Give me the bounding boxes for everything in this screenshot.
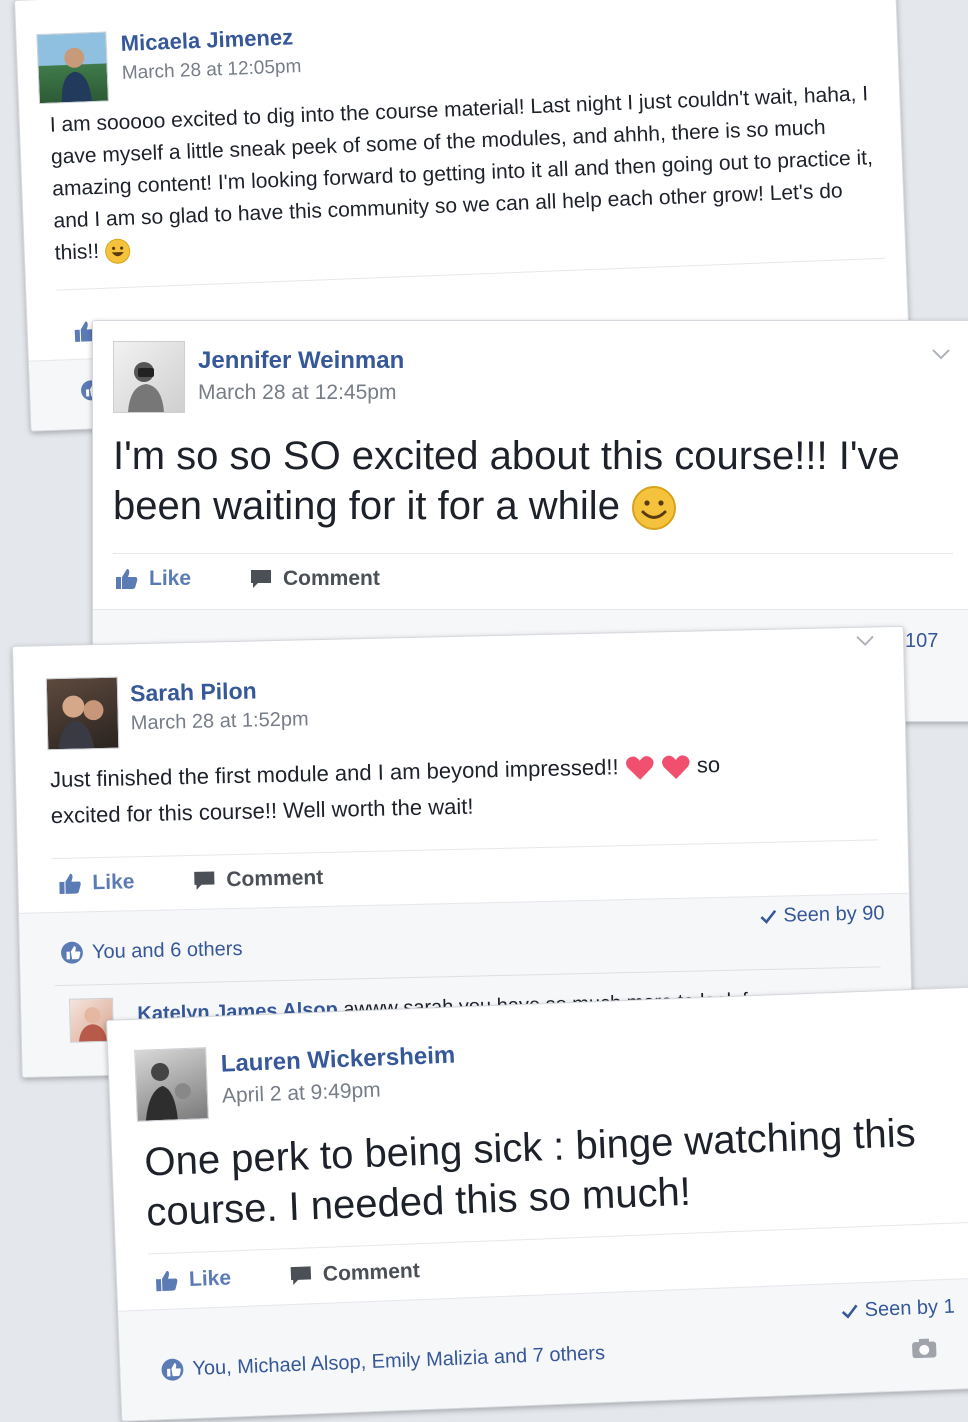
post-card-lauren: Lauren Wickersheim April 2 at 9:49pm One… (106, 986, 968, 1422)
heart-icon (661, 755, 690, 780)
post-text-after-hearts: so (696, 751, 721, 778)
checkmark-icon (841, 1304, 858, 1319)
seen-count-text: Seen by 90 (783, 902, 885, 927)
seen-count[interactable]: Seen by 1 (840, 1296, 955, 1323)
post-text-content: I am sooooo excited to dig into the cour… (49, 82, 874, 265)
divider (51, 839, 878, 860)
avatar-photo-icon (145, 1062, 191, 1121)
post-text: I am sooooo excited to dig into the cour… (49, 78, 891, 270)
reaction-summary[interactable]: You and 6 others (60, 937, 243, 965)
post-text-content: I'm so so SO excited about this course!!… (113, 434, 900, 528)
avatar[interactable] (134, 1047, 209, 1122)
comment-button[interactable]: Comment (249, 567, 380, 591)
divider (54, 966, 881, 987)
post-text: Just finished the first module and I am … (50, 744, 871, 835)
comment-button[interactable]: Comment (289, 1259, 421, 1288)
like-badge-icon (61, 941, 83, 964)
post-footer: Seen by 1 You, Michael Alsop, Emily Mali… (118, 1276, 968, 1421)
comment-bubble-icon (251, 570, 271, 588)
reaction-text: You and 6 others (91, 937, 243, 963)
comment-label: Comment (283, 567, 380, 590)
reaction-summary[interactable]: You, Michael Alsop, Emily Malizia and 7 … (160, 1341, 605, 1382)
like-button[interactable]: Like (58, 870, 135, 896)
thumbs-up-icon (116, 569, 138, 589)
post-timestamp[interactable]: March 28 at 12:45pm (198, 381, 396, 405)
chevron-down-icon[interactable] (931, 347, 951, 361)
comment-label: Comment (322, 1259, 421, 1286)
thumbs-up-icon (155, 1270, 178, 1292)
post-text-content: Just finished the first module and I am … (49, 754, 619, 793)
comment-button[interactable]: Comment (192, 866, 323, 893)
avatar[interactable] (36, 31, 109, 105)
like-badge-icon (161, 1358, 184, 1381)
avatar-photo-icon (61, 47, 92, 103)
seen-count[interactable]: 107 (905, 630, 938, 653)
post-timestamp[interactable]: April 2 at 9:49pm (222, 1079, 382, 1109)
grinning-emoji-icon (105, 239, 131, 265)
chevron-down-icon[interactable] (855, 633, 875, 647)
post-timestamp[interactable]: March 28 at 1:52pm (131, 708, 309, 735)
camera-icon[interactable] (910, 1336, 939, 1359)
divider (113, 553, 953, 554)
comment-label: Comment (226, 866, 324, 892)
post-text: I'm so so SO excited about this course!!… (113, 431, 913, 531)
seen-count-text: Seen by 1 (864, 1295, 956, 1322)
like-label: Like (188, 1266, 232, 1291)
like-label: Like (149, 567, 192, 590)
seen-count[interactable]: Seen by 90 (759, 902, 885, 928)
post-text: One perk to being sick : binge watching … (144, 1106, 967, 1237)
comment-bubble-icon (194, 871, 215, 890)
avatar[interactable] (45, 676, 120, 751)
avatar[interactable] (113, 341, 185, 413)
avatar-photo-icon (58, 695, 104, 749)
checkmark-icon (760, 909, 777, 924)
post-timestamp[interactable]: March 28 at 12:05pm (121, 56, 301, 85)
thumbs-up-icon (59, 873, 81, 894)
author-name[interactable]: Micaela Jimenez (120, 24, 293, 57)
smiley-icon (632, 486, 677, 531)
author-name[interactable]: Jennifer Weinman (198, 347, 404, 375)
like-button[interactable]: Like (155, 1266, 232, 1293)
author-name[interactable]: Lauren Wickersheim (220, 1042, 455, 1079)
like-label: Like (92, 870, 135, 895)
heart-icon (625, 756, 654, 780)
seen-count-text: 107 (905, 630, 939, 652)
reaction-text: You, Michael Alsop, Emily Malizia and 7 … (192, 1341, 606, 1380)
avatar-photo-icon (128, 362, 164, 412)
comment-bubble-icon (290, 1266, 312, 1286)
author-name[interactable]: Sarah Pilon (130, 677, 257, 707)
like-button[interactable]: Like (115, 567, 191, 591)
